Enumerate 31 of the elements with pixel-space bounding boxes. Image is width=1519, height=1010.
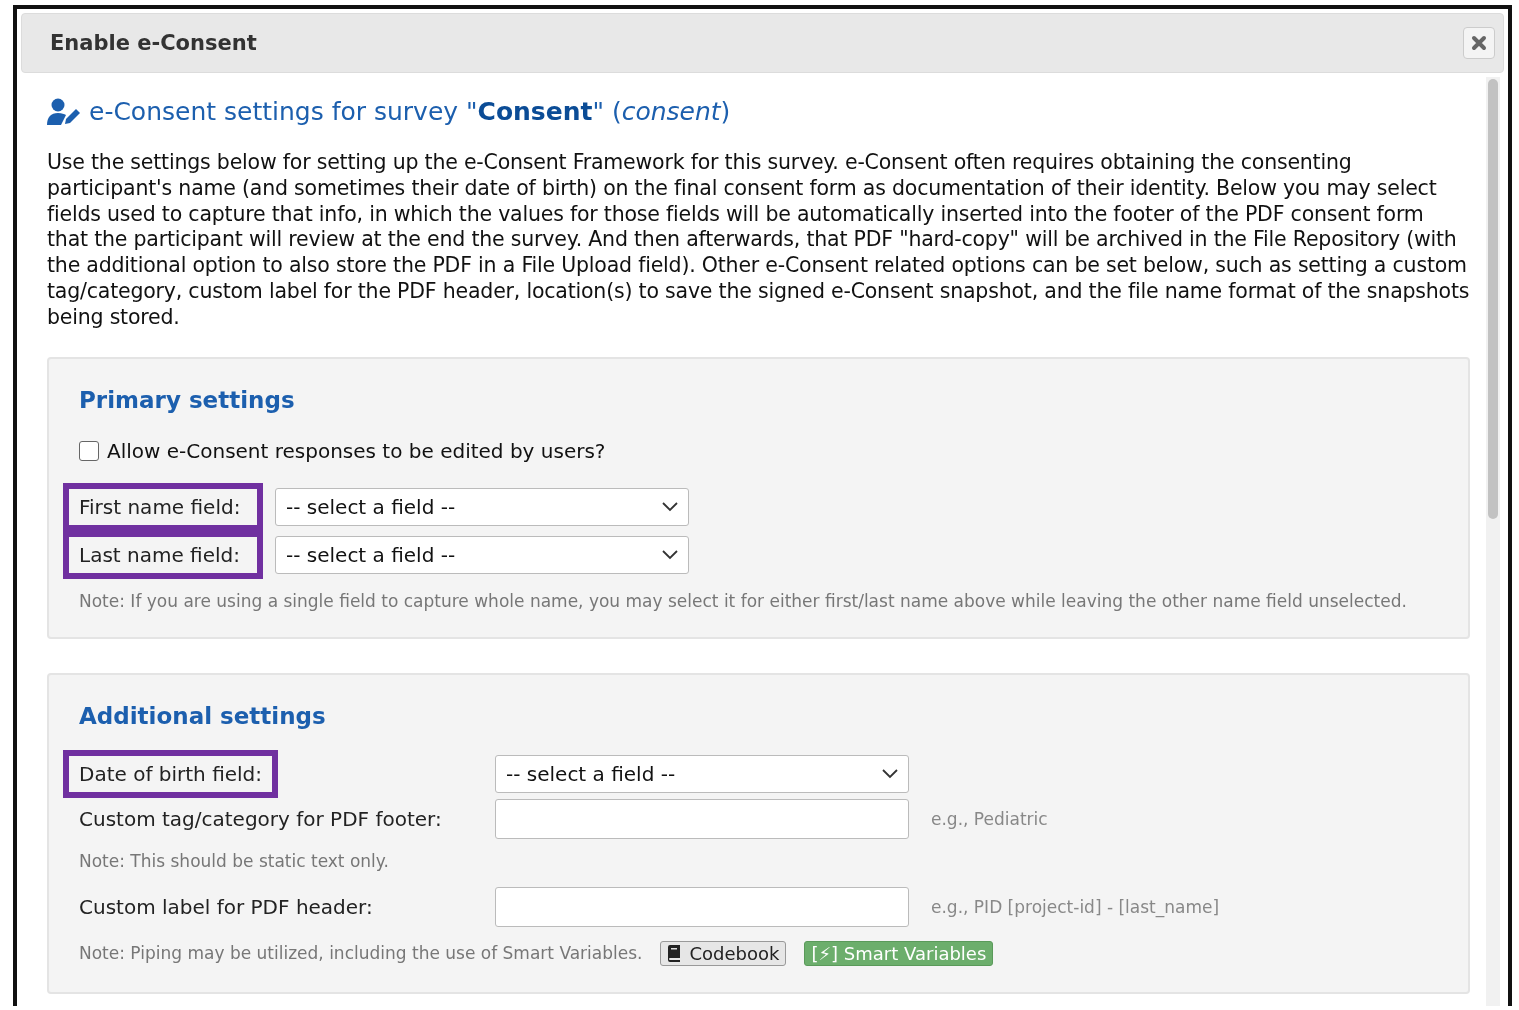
- select-dropdown[interactable]: -- select a field --: [495, 754, 909, 793]
- field-label: First name field:: [63, 482, 263, 531]
- select-dropdown[interactable]: -- select a field --: [275, 535, 689, 574]
- chevron-down-icon: [662, 501, 678, 512]
- note-text: Note: If you are using a single field to capture whole name, you may select it for either first/last name above while leaving the other name field unselected.: [79, 590, 1408, 611]
- scrollbar-thumb[interactable]: [1488, 79, 1498, 519]
- example-hint: e.g., Pediatric: [931, 808, 1048, 829]
- book-icon: [667, 944, 682, 962]
- checkbox[interactable]: [79, 440, 99, 461]
- close-icon: [1471, 35, 1487, 51]
- section-heading: e-Consent settings for survey "Consent" (consent): [89, 97, 731, 126]
- codebook-button[interactable]: Codebook: [660, 940, 787, 966]
- panel-title: Primary settings: [79, 386, 296, 413]
- chevron-down-icon: [662, 549, 678, 560]
- field-label: Date of birth field:: [63, 749, 279, 798]
- user-edit-icon: [47, 97, 81, 126]
- note-text: Note: This should be static text only.: [79, 850, 390, 871]
- chevron-down-icon: [882, 768, 898, 779]
- field-label: Custom tag/category for PDF footer:: [78, 805, 443, 833]
- close-button[interactable]: [1463, 27, 1495, 59]
- checkbox-option[interactable]: Allow e-Consent responses to be edited by users?: [79, 438, 1438, 463]
- panel-title: Additional settings: [79, 702, 327, 729]
- field-label: Last name field:: [63, 530, 263, 579]
- note-text: Note: Piping may be utilized, including the use of Smart Variables.: [79, 943, 643, 964]
- select-dropdown[interactable]: -- select a field --: [275, 487, 689, 526]
- dialog-title: Enable e-Consent: [50, 31, 257, 55]
- text-input-field[interactable]: [495, 798, 909, 839]
- intro-paragraph: Use the settings below for setting up the e-Consent Framework for this survey. e-Consent often requires obtaining the consenting participant's name (and sometimes their date of birth) on the final consent form as documentation of their identity. Below you may select fields used to capture that info, in which the values for those fields will be automatically inserted into the footer of the PDF consent form that the participant will review at the end the survey. And then afterwards, that PDF "hard-copy" will be archived in the File Repository (with the additional option to also store the PDF in a File Upload field). Other e-Consent related options can be set below, such as setting a custom tag/category, custom label for the PDF header, location(s) to save the signed e-Consent snapshot, and the file name format of the snapshots being stored.: [47, 150, 1470, 331]
- text-input-field[interactable]: [495, 886, 909, 927]
- example-hint: e.g., PID [project-id] - [last_name]: [931, 896, 1220, 917]
- field-label: Custom label for PDF header:: [78, 893, 374, 921]
